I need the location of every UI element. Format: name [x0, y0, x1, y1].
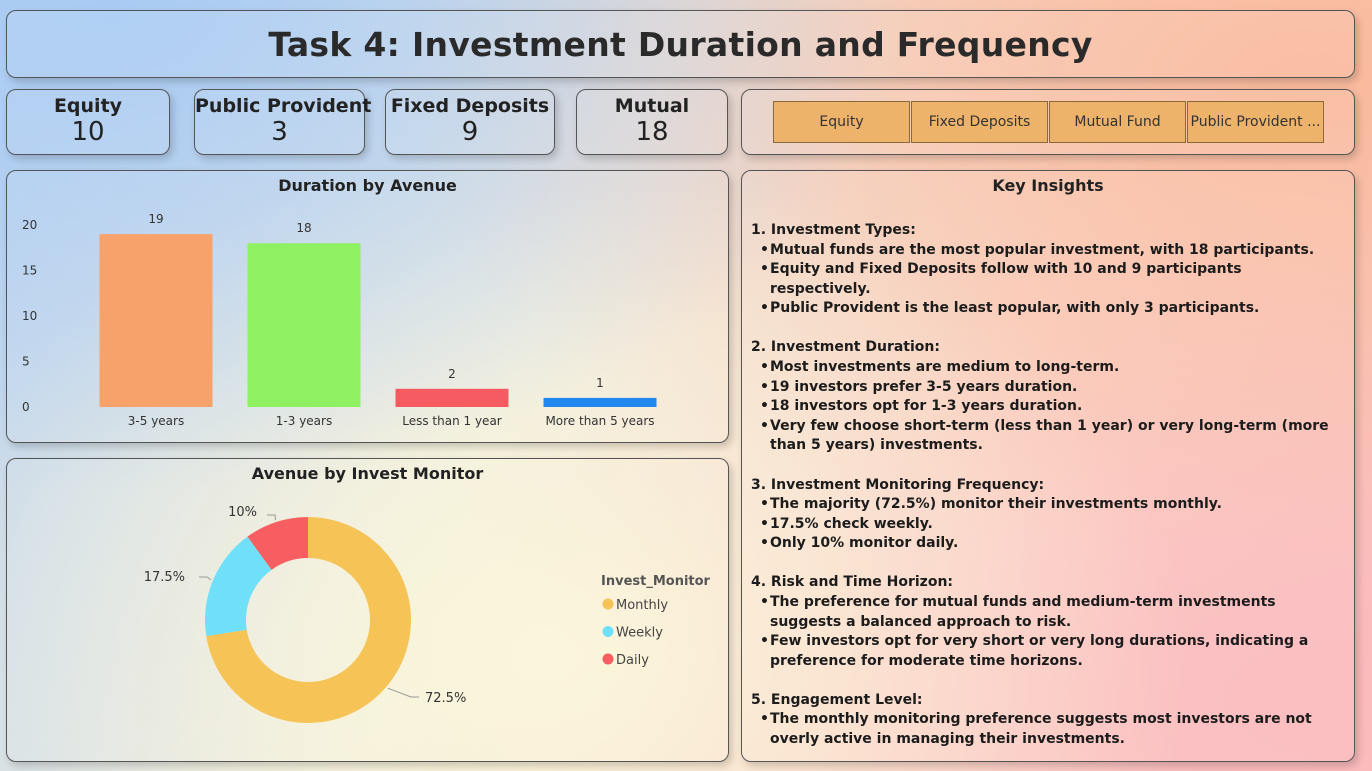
insight-heading: 5. Engagement Level: [751, 691, 923, 708]
slicer-option-equity[interactable]: Equity [773, 101, 910, 143]
insight-point: Very few choose short-term (less than 1 … [751, 417, 1344, 456]
insight-section: 4. Risk and Time Horizon: The preference… [751, 573, 1344, 671]
leader-line [387, 687, 419, 698]
insight-point: 17.5% check weekly. [751, 515, 1344, 535]
bar[interactable] [543, 397, 657, 407]
card-mutual: Mutual 18 [576, 89, 728, 155]
page-title: Task 4: Investment Duration and Frequenc… [268, 25, 1093, 64]
leader-line [267, 514, 277, 521]
card-label: Equity [53, 95, 123, 117]
slicer-option-public-provident[interactable]: Public Provident ... [1187, 101, 1324, 143]
bar-data-label: 2 [448, 367, 456, 381]
insight-section: 1. Investment Types: Mutual funds are th… [751, 221, 1344, 319]
card-label: Fixed Deposits [390, 95, 550, 117]
y-tick-label: 10 [22, 309, 37, 323]
leader-line [199, 576, 212, 581]
legend-item-weekly[interactable]: Weekly [616, 626, 663, 641]
title-panel: Task 4: Investment Duration and Frequenc… [6, 10, 1355, 78]
insight-point: The preference for mutual funds and medi… [751, 593, 1344, 632]
insight-point: 18 investors opt for 1-3 years duration. [751, 397, 1344, 417]
legend-marker [602, 598, 614, 610]
bar[interactable] [99, 234, 213, 407]
card-label: Public Provident [195, 95, 372, 117]
bar-data-label: 18 [296, 221, 311, 235]
legend-item-monthly[interactable]: Monthly [616, 598, 668, 613]
legend-title: Invest_Monitor [601, 574, 711, 589]
insight-point: Equity and Fixed Deposits follow with 10… [751, 260, 1344, 299]
insight-heading: 1. Investment Types: [751, 222, 916, 238]
insight-section: 2. Investment Duration: Most investments… [751, 338, 1344, 456]
slicer-option-fixed-deposits[interactable]: Fixed Deposits [911, 101, 1048, 143]
insight-point: Public Provident is the least popular, w… [751, 299, 1344, 319]
legend-marker [602, 626, 614, 637]
insight-heading: 4. Risk and Time Horizon: [751, 574, 954, 591]
x-tick-label: More than 5 years [545, 414, 654, 428]
x-tick-label: 1-3 years [276, 414, 332, 428]
insight-section: 5. Engagement Level: The monthly monitor… [751, 691, 1344, 750]
bar-data-label: 1 [596, 376, 604, 390]
slice-data-label: 10% [228, 505, 257, 520]
insights-body: 1. Investment Types: Mutual funds are th… [751, 221, 1344, 769]
avenue-slicer: Equity Fixed Deposits Mutual Fund Public… [741, 89, 1355, 155]
card-value: 3 [271, 117, 288, 147]
key-insights-panel: Key Insights 1. Investment Types: Mutual… [741, 170, 1355, 762]
slice-data-label: 17.5% [144, 570, 185, 585]
insight-section: 3. Investment Monitoring Frequency: The … [751, 476, 1344, 554]
insight-point: Few investors opt for very short or very… [751, 632, 1344, 671]
legend-item-daily[interactable]: Daily [616, 653, 649, 668]
bar[interactable] [247, 243, 361, 407]
insight-point: The majority (72.5%) monitor their inves… [751, 495, 1344, 515]
bar-chart-panel: Duration by Avenue 0 5 10 15 20 19 3-5 years 18… [6, 170, 729, 443]
y-tick-label: 20 [22, 218, 37, 232]
card-public-provident: Public Provident 3 [194, 89, 372, 155]
insight-point: Most investments are medium to long-term… [751, 358, 1344, 378]
insight-heading: 3. Investment Monitoring Frequency: [751, 476, 1045, 493]
slice-data-label: 72.5% [425, 691, 466, 706]
bar[interactable] [395, 388, 509, 407]
card-label: Mutual [614, 95, 690, 117]
legend-marker [602, 653, 614, 665]
donut-chart-panel: Avenue by Invest Monitor 72.5% 17.5% 10% In… [6, 458, 729, 762]
y-tick-label: 15 [22, 264, 37, 278]
y-tick-label: 5 [22, 355, 30, 369]
bar-chart: 0 5 10 15 20 19 3-5 years 18 1-3 years 2 Less than… [22, 212, 657, 428]
card-value: 10 [71, 117, 105, 147]
x-tick-label: 3-5 years [128, 414, 184, 428]
insights-title: Key Insights [992, 176, 1104, 195]
insight-heading: 2. Investment Duration: [751, 339, 940, 356]
y-tick-label: 0 [22, 400, 30, 414]
insight-point: Only 10% monitor daily. [751, 534, 1344, 554]
card-value: 18 [635, 117, 669, 147]
donut-chart: 72.5% 17.5% 10% Invest_Monitor Monthly Weekly… [144, 505, 711, 723]
card-value: 9 [461, 117, 479, 147]
insight-point: The monthly monitoring preference sugges… [751, 710, 1344, 749]
x-tick-label: Less than 1 year [402, 414, 502, 428]
insight-point: Mutual funds are the most popular invest… [751, 241, 1344, 261]
card-equity: Equity 10 [6, 89, 170, 155]
bar-data-label: 19 [148, 212, 163, 226]
slicer-option-mutual-fund[interactable]: Mutual Fund [1049, 101, 1186, 143]
card-fixed-deposits: Fixed Deposits 9 [385, 89, 555, 155]
insight-point: 19 investors prefer 3-5 years duration. [751, 378, 1344, 398]
